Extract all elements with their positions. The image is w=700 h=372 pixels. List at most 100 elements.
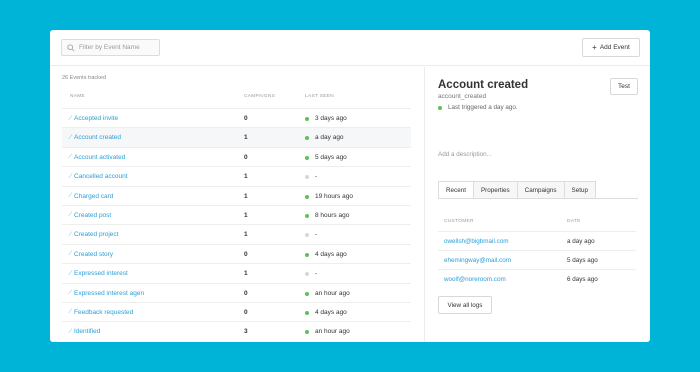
table-row[interactable]: ⁄ Created project 1 - [62, 224, 411, 243]
campaign-count: 0 [244, 308, 248, 316]
event-name: Accepted invite [74, 115, 119, 122]
event-name-link[interactable]: ⁄ Charged card [70, 193, 113, 200]
table-row[interactable]: ⁄ Created story 0 4 days ago [62, 243, 411, 263]
event-name: Expressed interest agen [74, 289, 145, 297]
description-field[interactable]: Add a description... [438, 151, 492, 158]
last-seen: 3 days ago [315, 115, 347, 122]
event-icon: ⁄ [70, 231, 72, 238]
table-row[interactable]: ⁄ Expressed interest agen 0 an hour ago [62, 282, 411, 302]
status-dot [305, 310, 309, 315]
status-dot [305, 194, 309, 199]
event-name: Created project [74, 231, 119, 239]
campaign-count: 0 [244, 153, 248, 161]
list-item: woolf@noreroom.com 6 days ago [438, 269, 636, 288]
event-name-link[interactable]: ⁄ Created project [70, 231, 118, 238]
event-name-link[interactable]: ⁄ Created story [70, 251, 113, 258]
tab-setup[interactable]: Setup [564, 181, 596, 199]
event-name: Created post [74, 211, 112, 219]
tab-properties[interactable]: Properties [473, 181, 518, 199]
column-header-campaigns: CAMPAIGNS [244, 94, 276, 99]
event-name: Expressed interest [74, 270, 128, 278]
event-icon: ⁄ [70, 134, 72, 141]
plus-icon: + [592, 42, 597, 52]
list-item: owellsh@bigbmail.com a day ago [438, 231, 636, 250]
last-seen: 4 days ago [315, 250, 347, 258]
event-title: Account created [438, 79, 529, 91]
event-icon: ⁄ [70, 251, 72, 258]
customer-email-link[interactable]: owellsh@bigbmail.com [444, 238, 509, 245]
customer-email-link[interactable]: woolf@noreroom.com [444, 276, 506, 283]
column-header-customer: CUSTOMER [444, 219, 474, 224]
customer-date: 5 days ago [567, 257, 598, 264]
event-icon: ⁄ [70, 115, 72, 122]
event-name: Charged card [74, 192, 114, 200]
last-triggered-text: Last triggered a day ago. [448, 104, 518, 111]
add-event-label: Add Event [599, 44, 630, 51]
event-name-link[interactable]: ⁄ Created post [70, 212, 111, 219]
event-name-link[interactable]: ⁄ Accepted invite [70, 115, 118, 122]
event-icon: ⁄ [70, 270, 72, 277]
status-dot [305, 155, 309, 160]
event-name: Identified [74, 328, 101, 336]
table-header: NAME CAMPAIGNS LAST SEEN [62, 94, 411, 106]
table-row[interactable]: ⁄ Feedback requested 0 4 days ago [62, 301, 411, 321]
campaign-count: 1 [244, 270, 248, 278]
event-icon: ⁄ [70, 290, 72, 297]
table-row[interactable]: ⁄ Expressed interest 1 - [62, 263, 411, 282]
search-box[interactable] [61, 39, 160, 56]
tab-divider [438, 198, 638, 199]
detail-tabs: Recent Properties Campaigns Setup [438, 181, 596, 199]
event-name-link[interactable]: ⁄ Account activated [70, 154, 125, 161]
event-name-link[interactable]: ⁄ Feedback requested [70, 309, 133, 316]
recent-list: owellsh@bigbmail.com a day ago ehemingway@… [438, 231, 636, 288]
campaign-count: 0 [244, 115, 248, 122]
event-name: Feedback requested [74, 308, 134, 316]
events-list: 26 Events tracked NAME CAMPAIGNS LAST SE… [50, 67, 425, 342]
event-name-link[interactable]: ⁄ Identified [70, 328, 100, 335]
event-name-link[interactable]: ⁄ Expressed interest agen [70, 290, 144, 297]
event-icon: ⁄ [70, 154, 72, 161]
last-seen: 8 hours ago [315, 211, 350, 219]
campaign-count: 1 [244, 211, 248, 219]
tab-campaigns[interactable]: Campaigns [517, 181, 565, 199]
last-seen: - [315, 270, 318, 278]
customer-date: 6 days ago [567, 276, 598, 283]
status-dot [305, 330, 309, 335]
test-button[interactable]: Test [610, 78, 638, 95]
table-row[interactable]: ⁄ Identified 3 an hour ago [62, 321, 411, 340]
table-row[interactable]: ⁄ Account created 1 a day ago [62, 127, 411, 147]
table-row[interactable]: ⁄ Cancelled account 1 - [62, 166, 411, 185]
events-panel: + Add Event 26 Events tracked NAME CAMPA… [50, 30, 650, 342]
event-name-link[interactable]: ⁄ Account created [70, 134, 121, 141]
search-input[interactable] [79, 44, 159, 51]
last-seen: - [315, 173, 318, 181]
event-name-link[interactable]: ⁄ Expressed interest [70, 270, 128, 277]
toolbar: + Add Event [50, 30, 650, 66]
event-name-link[interactable]: ⁄ Cancelled account [70, 173, 128, 180]
event-icon: ⁄ [70, 212, 72, 219]
column-header-name: NAME [70, 94, 86, 99]
table-row[interactable]: ⁄ Accepted invite 0 3 days ago [62, 108, 411, 127]
tab-recent[interactable]: Recent [438, 181, 474, 199]
event-icon: ⁄ [70, 309, 72, 316]
status-dot [305, 213, 309, 218]
status-dot [305, 136, 309, 141]
event-icon: ⁄ [70, 193, 72, 200]
customer-email-link[interactable]: ehemingway@mail.com [444, 257, 511, 264]
table-row[interactable]: ⁄ Created post 1 8 hours ago [62, 204, 411, 224]
last-seen: 5 days ago [315, 153, 347, 161]
add-event-button[interactable]: + Add Event [582, 38, 640, 57]
status-dot [305, 175, 309, 180]
last-seen: - [315, 231, 318, 239]
campaign-count: 1 [244, 134, 248, 142]
event-name: Account activated [74, 153, 126, 161]
table-row[interactable]: ⁄ Charged card 1 19 hours ago [62, 185, 411, 205]
event-name: Created story [74, 250, 114, 258]
view-all-logs-button[interactable]: View all logs [438, 296, 492, 314]
last-seen: a day ago [315, 134, 344, 142]
table-row[interactable]: ⁄ Account activated 0 5 days ago [62, 146, 411, 166]
last-seen: an hour ago [315, 328, 350, 336]
event-icon: ⁄ [70, 328, 72, 335]
status-dot [305, 252, 309, 257]
campaign-count: 0 [244, 289, 248, 297]
